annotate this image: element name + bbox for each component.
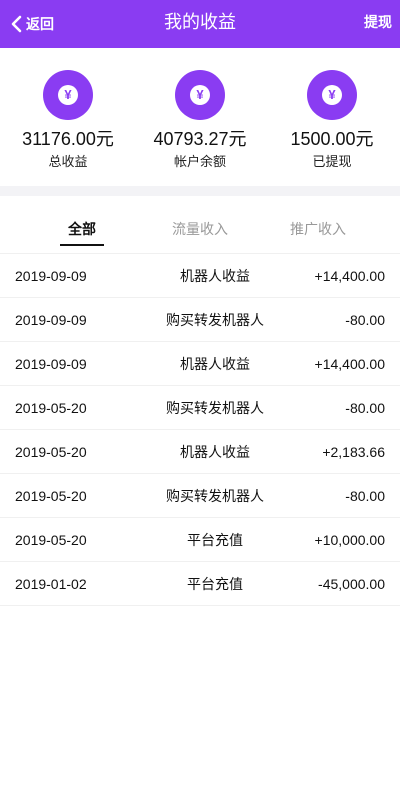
record-date: 2019-05-20 (15, 400, 87, 416)
withdraw-button[interactable]: 提现 (364, 0, 392, 48)
record-row: 2019-05-20 平台充值 +10,000.00 (0, 518, 400, 562)
record-date: 2019-01-02 (15, 576, 87, 592)
section-divider (0, 186, 400, 196)
record-date: 2019-05-20 (15, 488, 87, 504)
stat-label: 总收益 (48, 154, 88, 169)
record-row: 2019-05-20 购买转发机器人 -80.00 (0, 386, 400, 430)
record-date: 2019-05-20 (15, 532, 87, 548)
record-date: 2019-05-20 (15, 444, 87, 460)
tab-label: 全部 (68, 221, 96, 237)
top-nav-bar: 返回 我的收益 提现 (0, 0, 400, 48)
record-amount: -80.00 (345, 400, 385, 416)
earnings-record-list: 2019-09-09 机器人收益 +14,400.00 2019-09-09 购… (0, 254, 400, 606)
active-tab-indicator (60, 244, 104, 246)
filter-tabs: 全部 流量收入 推广收入 (0, 196, 400, 254)
record-description: 购买转发机器人 (166, 312, 264, 328)
record-description: 平台充值 (187, 532, 243, 548)
record-row: 2019-01-02 平台充值 -45,000.00 (0, 562, 400, 606)
earnings-summary: ¥ 31176.00元 总收益 ¥ 40793.27元 帐户余额 ¥ 1500.… (0, 48, 400, 186)
tab-traffic-income[interactable]: 流量收入 (160, 196, 240, 254)
tab-label: 流量收入 (172, 221, 228, 237)
stat-amount: 40793.27元 (153, 129, 247, 149)
stat-amount: 31176.00元 (22, 129, 114, 149)
record-date: 2019-09-09 (15, 356, 87, 372)
yen-coin-icon: ¥ (307, 70, 357, 120)
tab-all[interactable]: 全部 (52, 196, 112, 254)
yen-coin-icon: ¥ (175, 70, 225, 120)
record-amount: +10,000.00 (314, 532, 385, 548)
record-description: 机器人收益 (180, 268, 250, 284)
stat-amount: 1500.00元 (290, 129, 374, 149)
stat-label: 已提现 (312, 154, 352, 169)
record-row: 2019-09-09 购买转发机器人 -80.00 (0, 298, 400, 342)
record-amount: -80.00 (345, 488, 385, 504)
record-amount: -80.00 (345, 312, 385, 328)
record-description: 购买转发机器人 (166, 488, 264, 504)
stat-account-balance: ¥ 40793.27元 帐户余额 (133, 70, 267, 170)
record-row: 2019-05-20 机器人收益 +2,183.66 (0, 430, 400, 474)
stat-withdrawn: ¥ 1500.00元 已提现 (265, 70, 399, 170)
record-description: 平台充值 (187, 576, 243, 592)
page-title: 我的收益 (164, 12, 236, 32)
record-row: 2019-09-09 机器人收益 +14,400.00 (0, 342, 400, 386)
stat-label: 帐户余额 (173, 154, 226, 169)
record-description: 机器人收益 (180, 356, 250, 372)
record-amount: +14,400.00 (314, 268, 385, 284)
record-date: 2019-09-09 (15, 268, 87, 284)
stat-total-earnings: ¥ 31176.00元 总收益 (1, 70, 135, 170)
record-amount: +2,183.66 (322, 444, 385, 460)
tab-label: 推广收入 (290, 221, 346, 237)
yen-coin-icon: ¥ (43, 70, 93, 120)
record-row: 2019-05-20 购买转发机器人 -80.00 (0, 474, 400, 518)
tab-promotion-income[interactable]: 推广收入 (278, 196, 358, 254)
record-date: 2019-09-09 (15, 312, 87, 328)
record-description: 机器人收益 (180, 444, 250, 460)
record-description: 购买转发机器人 (166, 400, 264, 416)
record-amount: -45,000.00 (318, 576, 385, 592)
record-amount: +14,400.00 (314, 356, 385, 372)
record-row: 2019-09-09 机器人收益 +14,400.00 (0, 254, 400, 298)
